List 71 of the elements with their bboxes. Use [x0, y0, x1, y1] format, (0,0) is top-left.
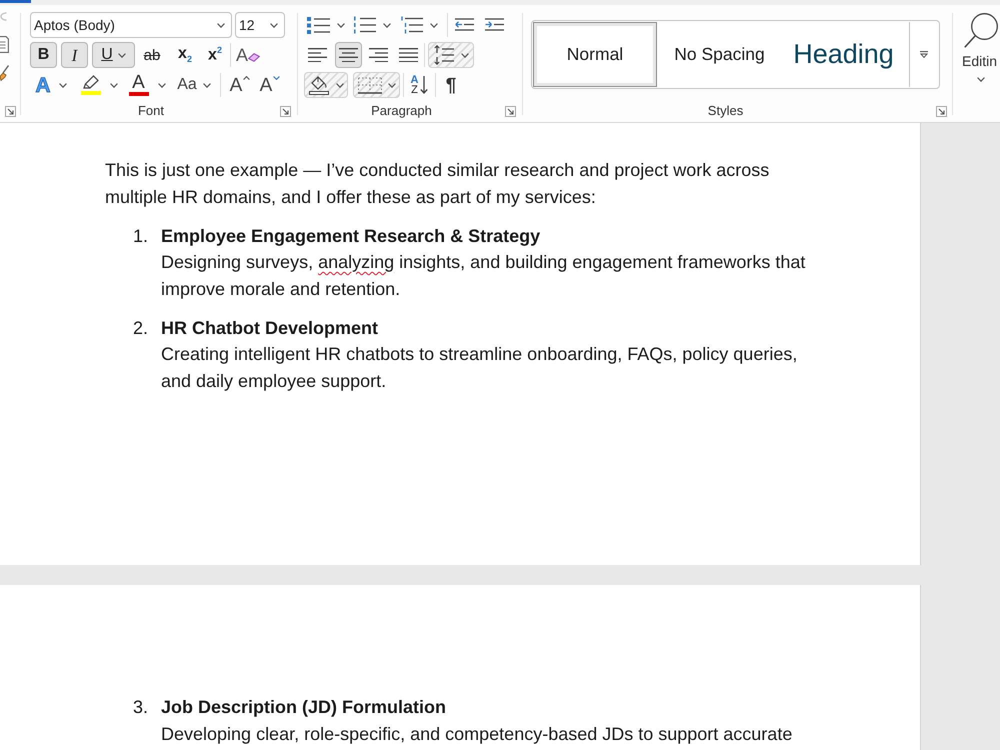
increase-indent-icon: [484, 18, 504, 32]
underline-button[interactable]: U: [92, 42, 135, 68]
paintbrush-icon[interactable]: [0, 65, 9, 81]
clear-formatting-button[interactable]: A: [235, 42, 261, 68]
subscript-button[interactable]: x$_{2}$: [173, 42, 197, 68]
eraser-icon: [248, 53, 260, 62]
list-item-title: HR Chatbot Development: [161, 316, 380, 340]
dialog-launcher-icon[interactable]: [280, 106, 291, 116]
font-size-dropdown[interactable]: 12: [235, 12, 285, 38]
grow-font-button[interactable]: A: [227, 72, 253, 98]
list-item-description: Designing surveys, analyzing insights, and building engagement frameworks that improve morale and retention.: [161, 251, 806, 301]
chevron-down-icon: [217, 22, 225, 28]
sort-button[interactable]: A Z: [407, 72, 432, 98]
chevron-down-icon: [430, 22, 438, 28]
group-label: Styles: [706, 103, 744, 119]
superscript-button[interactable]: x$^{2}$: [203, 42, 227, 68]
style-option[interactable]: Normal: [533, 22, 657, 87]
bold-button[interactable]: B: [30, 42, 57, 68]
highlighter-icon: [82, 75, 98, 89]
chevron-down-icon: [388, 82, 396, 88]
more-styles-icon: [920, 51, 928, 58]
shrink-font-button[interactable]: A: [257, 72, 283, 98]
font-name-dropdown[interactable]: Aptos (Body): [30, 12, 232, 38]
borders-icon: [358, 76, 382, 94]
list-number: 2.: [133, 316, 150, 340]
chevron-down-icon: [977, 77, 985, 82]
italic-button[interactable]: I: [61, 42, 88, 68]
list-item-description: Creating intelligent HR chatbots to streamline onboarding, FAQs, policy queries, and daily employee support.: [161, 343, 798, 393]
dialog-launcher-icon[interactable]: [505, 106, 516, 116]
align-right-icon: [369, 48, 388, 62]
align-center-button[interactable]: [335, 42, 362, 68]
selected-tab-underline: [0, 0, 31, 3]
list-number: 1.: [133, 224, 150, 248]
caret-down-icon: [273, 76, 280, 80]
body-paragraph: This is just one example — I’ve conducted similar research and project work across multiple HR domains, and I offer these as part of my services:: [105, 159, 770, 209]
strikethrough-button[interactable]: ab: [140, 42, 164, 68]
document-icon[interactable]: [0, 36, 9, 53]
multilevel-list-icon: [400, 16, 422, 34]
decrease-indent-icon: [454, 18, 474, 32]
bulleted-list-icon: [307, 16, 330, 34]
align-left-icon: [308, 48, 327, 62]
group-label: Font: [136, 103, 165, 119]
chevron-down-icon: [383, 22, 391, 28]
dialog-launcher-icon[interactable]: [5, 106, 16, 116]
list-item-description: Developing clear, role-specific, and competency-based JDs to support accurate: [161, 722, 794, 746]
search-icon: [964, 13, 998, 48]
chevron-down-icon: [110, 82, 118, 88]
show-formatting-marks-button[interactable]: ¶: [439, 72, 463, 98]
chevron-down-icon: [118, 52, 126, 58]
font-color-button[interactable]: A: [126, 72, 168, 98]
chevron-down-icon: [336, 82, 344, 88]
list-item-title: Job Description (JD) Formulation: [161, 696, 448, 719]
down-arrow-icon: [420, 76, 428, 94]
editing-button[interactable]: Editin: [962, 13, 1000, 82]
paint-bucket-icon: [308, 75, 328, 95]
chevron-down-icon: [337, 22, 345, 28]
align-center-icon: [339, 48, 358, 62]
chevron-down-icon: [158, 82, 166, 88]
list-item-title: Employee Engagement Research & Strategy: [161, 224, 542, 248]
justify-icon: [399, 48, 418, 62]
caret-up-icon: [243, 76, 250, 80]
chevron-down-icon: [460, 52, 468, 58]
chevron-down-icon: [58, 82, 67, 88]
change-case-button[interactable]: Aa: [173, 72, 215, 98]
numbered-list-icon: [353, 16, 376, 34]
list-number: 3.: [133, 696, 150, 719]
dialog-launcher-icon[interactable]: [936, 106, 947, 116]
chevron-down-icon: [202, 82, 211, 88]
chevron-down-icon: [270, 22, 278, 28]
line-spacing-icon: [434, 45, 454, 65]
group-label: Paragraph: [370, 103, 433, 119]
